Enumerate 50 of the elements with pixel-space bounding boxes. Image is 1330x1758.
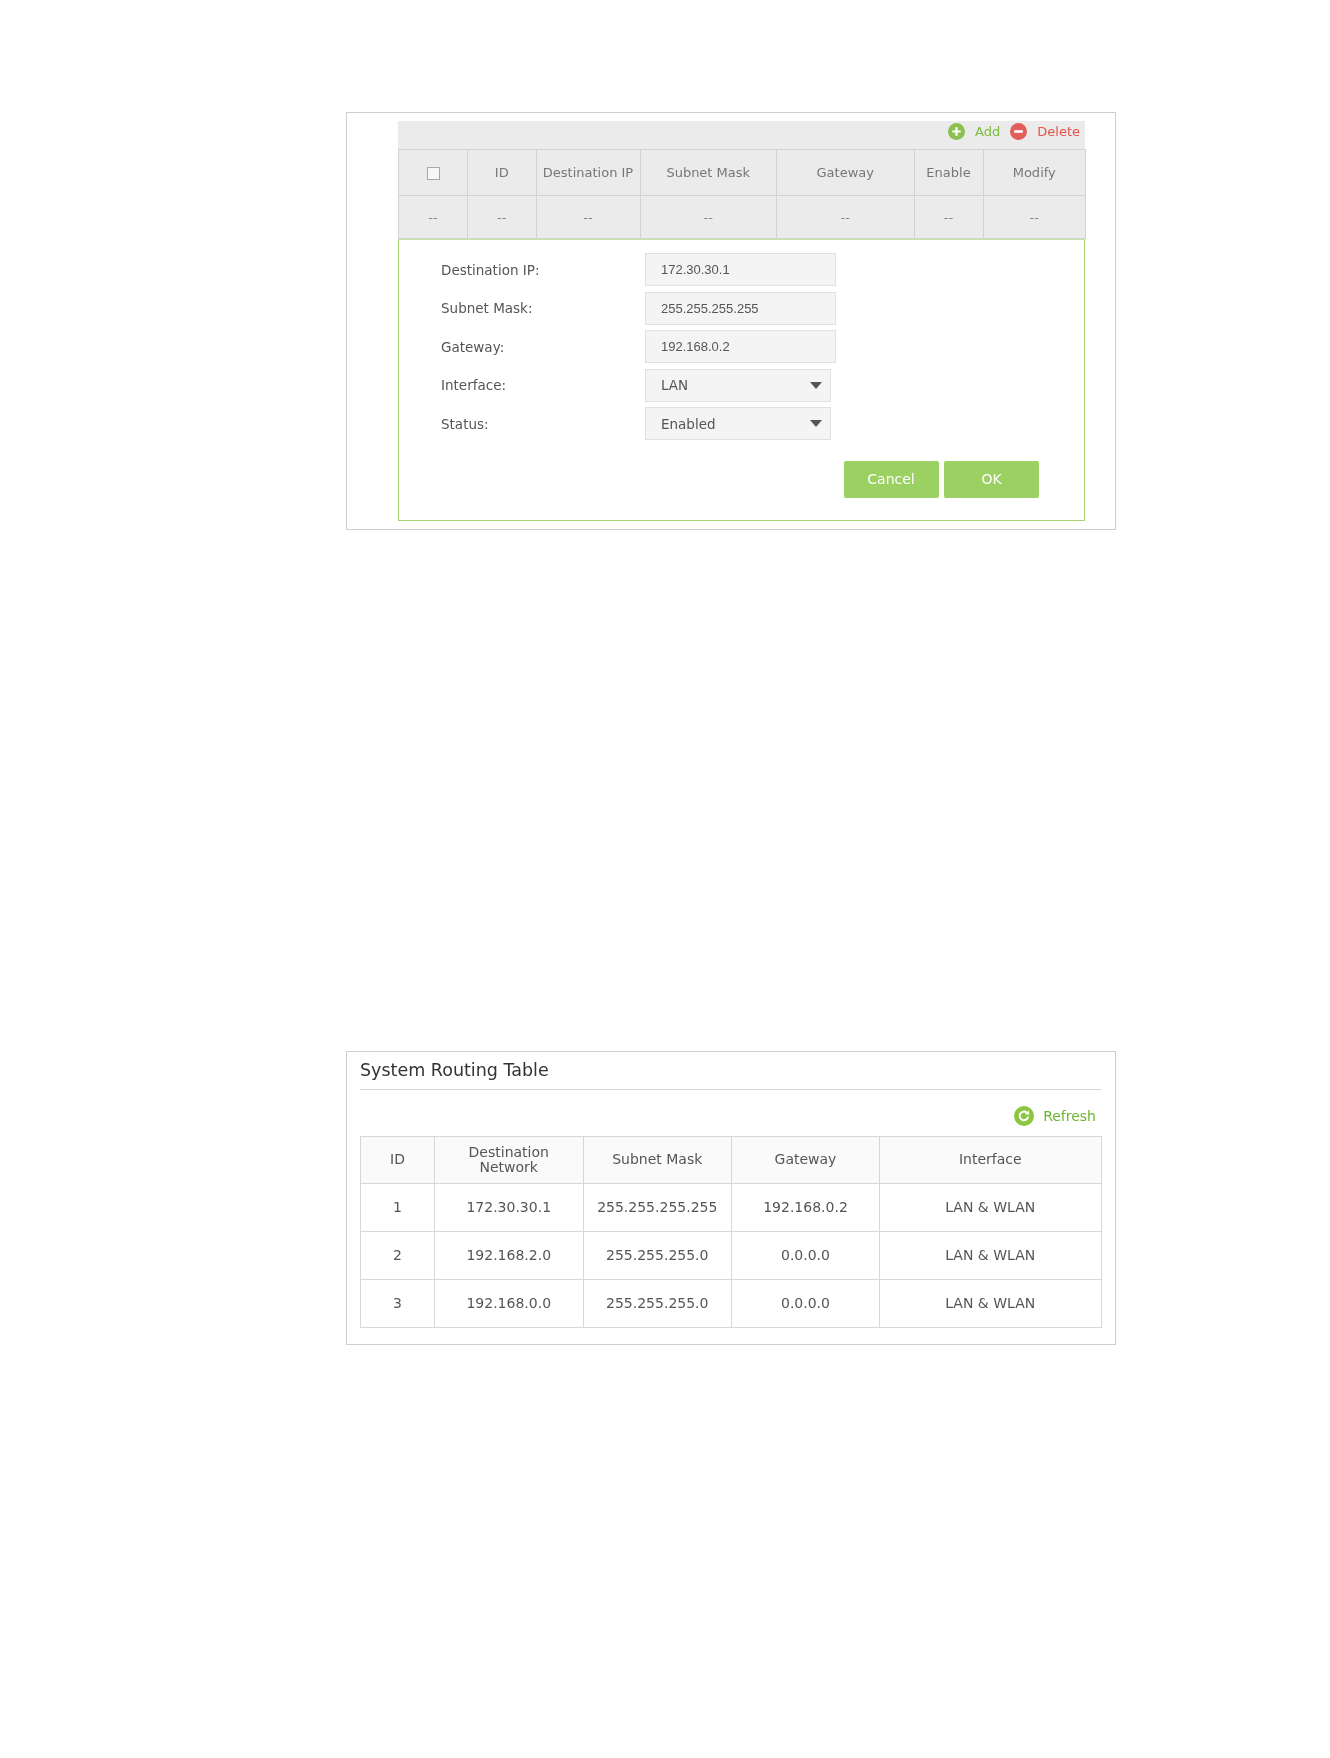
- column-header: Enable: [914, 149, 983, 196]
- column-header: ID: [467, 149, 536, 196]
- table-cell: 0.0.0.0: [731, 1279, 880, 1327]
- field-label: Gateway:: [441, 338, 505, 355]
- table-cell: LAN & WLAN: [879, 1183, 1101, 1231]
- table-cell: LAN & WLAN: [879, 1279, 1101, 1327]
- minus-icon: [1010, 123, 1028, 140]
- plus-icon: [948, 123, 966, 140]
- field-label: Interface:: [441, 377, 506, 393]
- column-header: Subnet Mask: [640, 149, 777, 196]
- table-cell: 192.168.2.0: [434, 1231, 583, 1279]
- column-header: Gateway: [731, 1136, 880, 1183]
- table-cell: --: [914, 195, 983, 239]
- table-cell: 1: [360, 1183, 435, 1231]
- column-header: ID: [360, 1136, 435, 1183]
- table-cell: --: [536, 195, 640, 239]
- dropdown[interactable]: LAN: [645, 368, 831, 402]
- table-cell: --: [776, 195, 914, 239]
- checkbox[interactable]: [426, 167, 440, 180]
- table-cell: 0.0.0.0: [731, 1231, 880, 1279]
- refresh-icon: [1014, 1105, 1035, 1126]
- dropdown[interactable]: Enabled: [645, 407, 831, 440]
- field-label: Subnet Mask:: [441, 300, 533, 316]
- column-header: Destination IP: [536, 149, 640, 196]
- caret-icon: [810, 420, 822, 427]
- column-header: Destination Network: [434, 1136, 583, 1183]
- column-header: Modify: [983, 149, 1086, 196]
- table-cell: 192.168.0.0: [434, 1279, 583, 1327]
- column-header: Subnet Mask: [583, 1136, 732, 1183]
- table-cell: 255.255.255.255: [583, 1183, 732, 1231]
- input-field[interactable]: 255.255.255.255: [645, 291, 836, 325]
- input-field[interactable]: 172.30.30.1: [645, 253, 836, 286]
- table-cell: 3: [360, 1279, 435, 1327]
- field-label: Status:: [441, 415, 489, 432]
- table-cell: --: [398, 195, 468, 239]
- table-cell: --: [467, 195, 536, 239]
- table-cell: --: [983, 195, 1086, 239]
- table-cell: 255.255.255.0: [583, 1279, 732, 1327]
- table-cell: --: [640, 195, 777, 239]
- input-field[interactable]: 192.168.0.2: [645, 330, 836, 363]
- caret-icon: [810, 381, 822, 389]
- field-label: Destination IP:: [441, 261, 540, 278]
- table-cell: 192.168.0.2: [731, 1183, 880, 1231]
- column-header: Gateway: [776, 149, 914, 196]
- section-title: System Routing Table: [360, 1058, 549, 1081]
- column-header: Interface: [879, 1136, 1101, 1183]
- table-cell: 255.255.255.0: [583, 1231, 732, 1279]
- table-cell: 2: [360, 1231, 435, 1279]
- table-cell: 172.30.30.1: [434, 1183, 583, 1231]
- table-cell: LAN & WLAN: [879, 1231, 1101, 1279]
